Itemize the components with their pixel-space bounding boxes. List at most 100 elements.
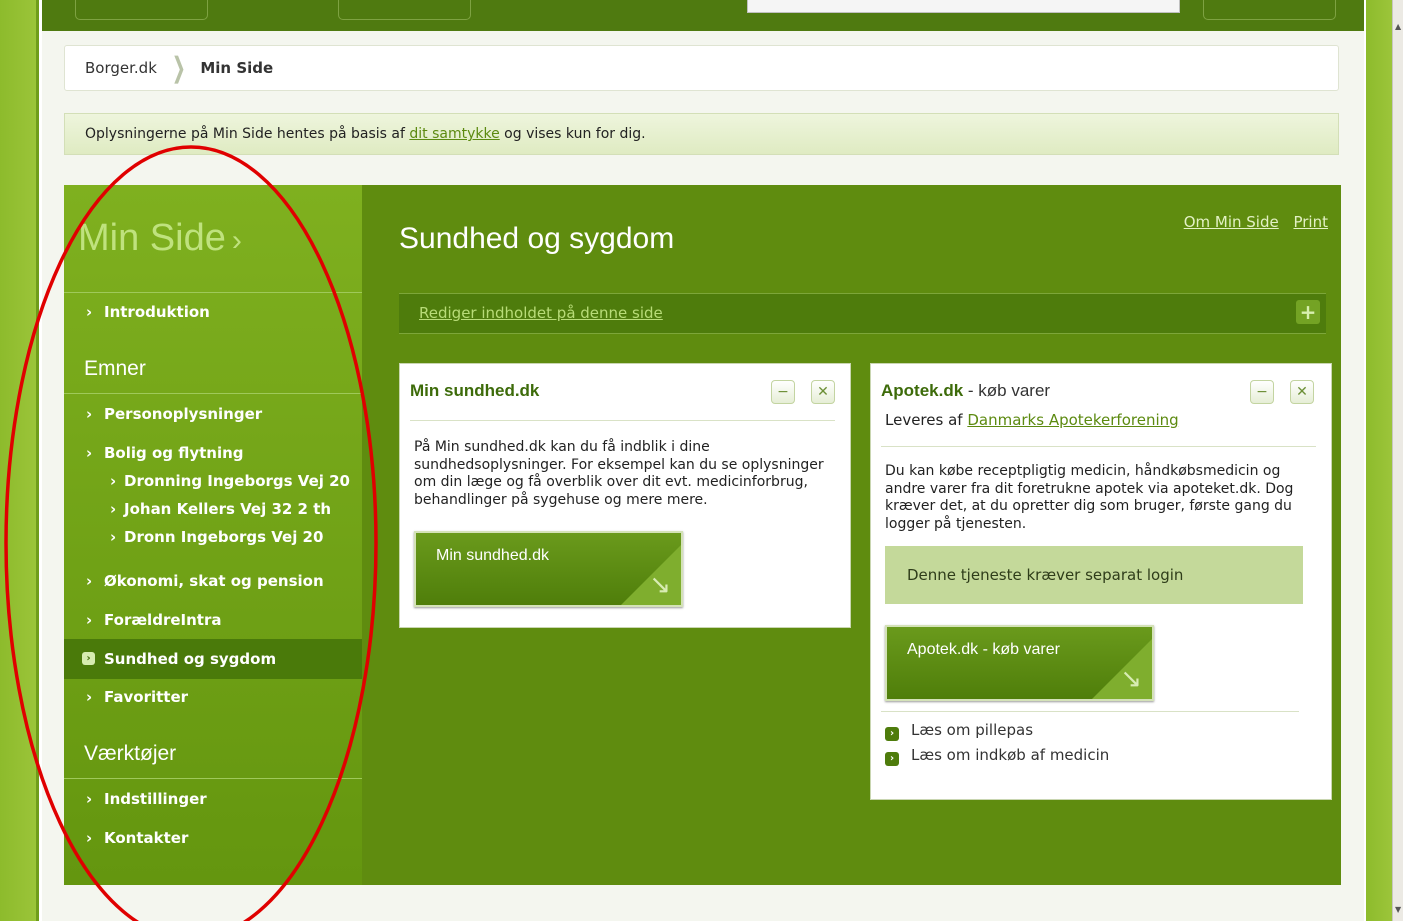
sidebar-subitem-label: Johan Kellers Vej 32 2 th xyxy=(124,500,332,518)
chevron-right-icon: › xyxy=(86,829,93,847)
minimize-icon[interactable]: − xyxy=(771,380,795,404)
divider xyxy=(881,711,1299,712)
widget-apotek: Apotek.dk - køb varer − ✕ Leveres af Dan… xyxy=(870,363,1332,800)
consent-notice: Oplysningerne på Min Side hentes på basi… xyxy=(64,113,1339,155)
chevron-right-icon: › xyxy=(110,472,117,490)
min-sundhed-button[interactable]: Min sundhed.dk ↘ xyxy=(414,531,683,607)
sidebar-item-label: Introduktion xyxy=(104,303,210,321)
breadcrumb-separator-icon: ❯ xyxy=(171,51,186,84)
sidebar-item-label: Bolig og flytning xyxy=(104,444,244,462)
top-links: Om Min Side Print xyxy=(1174,213,1328,231)
widget-title-text: Apotek.dk xyxy=(881,381,964,400)
breadcrumb-home-link[interactable]: Borger.dk xyxy=(85,59,157,77)
divider xyxy=(64,778,362,779)
divider xyxy=(410,420,835,421)
provider-prefix: Leveres af xyxy=(885,411,968,429)
minimize-icon[interactable]: − xyxy=(1250,380,1274,404)
sidebar-item-foraeldreintra[interactable]: › ForældreIntra xyxy=(86,611,221,629)
sidebar-nav: Min Side › › Introduktion Emner › Personopl… xyxy=(64,185,362,885)
add-widget-icon[interactable]: + xyxy=(1296,300,1320,324)
sidebar-subitem-address[interactable]: › Johan Kellers Vej 32 2 th xyxy=(110,500,331,518)
link-indkoeb[interactable]: › Læs om indkøb af medicin xyxy=(885,746,1109,766)
chevron-right-icon: › xyxy=(86,303,93,321)
vertical-scrollbar[interactable]: ▲ ▼ xyxy=(1392,0,1403,921)
chevron-right-icon: › xyxy=(110,500,117,518)
widget-title: Min sundhed.dk xyxy=(410,381,540,400)
login-required-notice: Denne tjeneste kræver separat login xyxy=(885,546,1303,604)
edit-content-link[interactable]: Rediger indholdet på denne side xyxy=(419,304,663,322)
print-link[interactable]: Print xyxy=(1293,213,1328,231)
sidebar-heading-emner: Emner xyxy=(84,357,146,380)
chevron-right-icon: › xyxy=(110,528,117,546)
sidebar-item-label: Kontakter xyxy=(104,829,189,847)
link-pillepas[interactable]: › Læs om pillepas xyxy=(885,721,1033,741)
sidebar-item-label: Favoritter xyxy=(104,688,189,706)
sidebar-item-introduktion[interactable]: › Introduktion xyxy=(86,303,210,321)
sidebar-item-label: Økonomi, skat og pension xyxy=(104,572,324,590)
chevron-right-icon: › xyxy=(86,405,93,423)
scroll-up-arrow-icon[interactable]: ▲ xyxy=(1395,22,1401,32)
button-label: Min sundhed.dk xyxy=(436,547,549,564)
search-input[interactable] xyxy=(747,0,1180,13)
link-label: Læs om pillepas xyxy=(911,721,1034,739)
sidebar-item-label: Personoplysninger xyxy=(104,405,263,423)
page-title: Sundhed og sygdom xyxy=(399,222,675,255)
widget-description: Du kan købe receptpligtig medicin, håndk… xyxy=(885,463,1294,532)
top-navigation-bar xyxy=(42,0,1364,31)
arrow-down-right-icon: ↘ xyxy=(649,569,671,599)
about-link[interactable]: Om Min Side xyxy=(1184,213,1279,231)
sidebar-item-sundhed-active[interactable]: › Sundhed og sygdom xyxy=(64,639,362,679)
close-icon[interactable]: ✕ xyxy=(811,380,835,404)
scroll-down-arrow-icon[interactable]: ▼ xyxy=(1395,905,1401,915)
consent-link[interactable]: dit samtykke xyxy=(409,126,499,142)
sidebar-subitem-address[interactable]: › Dronn Ingeborgs Vej 20 xyxy=(110,528,323,546)
sidebar-item-label: Sundhed og sygdom xyxy=(104,650,277,668)
arrow-right-icon: › xyxy=(82,652,95,665)
close-icon[interactable]: ✕ xyxy=(1290,380,1314,404)
divider xyxy=(64,393,362,394)
chevron-right-icon: › xyxy=(86,611,93,629)
sidebar-item-personoplysninger[interactable]: › Personoplysninger xyxy=(86,405,262,423)
chevron-right-icon: › xyxy=(231,224,242,257)
divider xyxy=(64,292,362,293)
chevron-right-icon: › xyxy=(86,790,93,808)
consent-text-before: Oplysningerne på Min Side hentes på basi… xyxy=(85,126,410,142)
top-nav-tab[interactable] xyxy=(75,0,208,20)
arrow-right-icon: › xyxy=(885,752,899,766)
sidebar-title-text: Min Side xyxy=(78,217,226,259)
provider-link[interactable]: Danmarks Apotekerforening xyxy=(967,411,1178,429)
chevron-right-icon: › xyxy=(86,572,93,590)
top-nav-tab[interactable] xyxy=(338,0,471,20)
top-nav-tab[interactable] xyxy=(1203,0,1336,20)
right-page-border xyxy=(1366,0,1392,921)
edit-content-bar: Rediger indholdet på denne side + xyxy=(399,293,1326,334)
sidebar-item-bolig[interactable]: › Bolig og flytning xyxy=(86,444,244,462)
sidebar-item-kontakter[interactable]: › Kontakter xyxy=(86,829,188,847)
sidebar-item-favoritter[interactable]: › Favoritter xyxy=(86,688,188,706)
chevron-right-icon: › xyxy=(86,688,93,706)
widget-title: Apotek.dk - køb varer xyxy=(881,381,1050,401)
sidebar-subitem-label: Dronn Ingeborgs Vej 20 xyxy=(124,528,324,546)
breadcrumb: Borger.dk ❯ Min Side xyxy=(64,45,1339,91)
sidebar-item-label: Indstillinger xyxy=(104,790,207,808)
widget-description: På Min sundhed.dk kan du få indblik i di… xyxy=(414,439,824,508)
sidebar-item-oekonomi[interactable]: › Økonomi, skat og pension xyxy=(86,572,324,590)
widget-min-sundhed: Min sundhed.dk − ✕ På Min sundhed.dk kan… xyxy=(399,363,851,628)
login-note-text: Denne tjeneste kræver separat login xyxy=(907,566,1184,584)
divider xyxy=(881,446,1316,447)
sidebar-item-indstillinger[interactable]: › Indstillinger xyxy=(86,790,207,808)
sidebar-subitem-address[interactable]: › Dronning Ingeborgs Vej 20 xyxy=(110,472,350,490)
apotek-button[interactable]: Apotek.dk - køb varer ↘ xyxy=(885,625,1154,701)
breadcrumb-current: Min Side xyxy=(200,59,274,77)
arrow-down-right-icon: ↘ xyxy=(1120,663,1142,693)
main-panel: Min Side › › Introduktion Emner › Personopl… xyxy=(64,185,1341,885)
chevron-right-icon: › xyxy=(86,444,93,462)
arrow-right-icon: › xyxy=(885,727,899,741)
consent-text-after: og vises kun for dig. xyxy=(499,126,646,142)
left-page-border xyxy=(0,0,39,921)
widget-title-suffix: - køb varer xyxy=(963,381,1051,400)
button-label: Apotek.dk - køb varer xyxy=(907,641,1060,658)
sidebar-item-label: ForældreIntra xyxy=(104,611,222,629)
sidebar-subitem-label: Dronning Ingeborgs Vej 20 xyxy=(124,472,350,490)
sidebar-title[interactable]: Min Side › xyxy=(78,217,242,260)
